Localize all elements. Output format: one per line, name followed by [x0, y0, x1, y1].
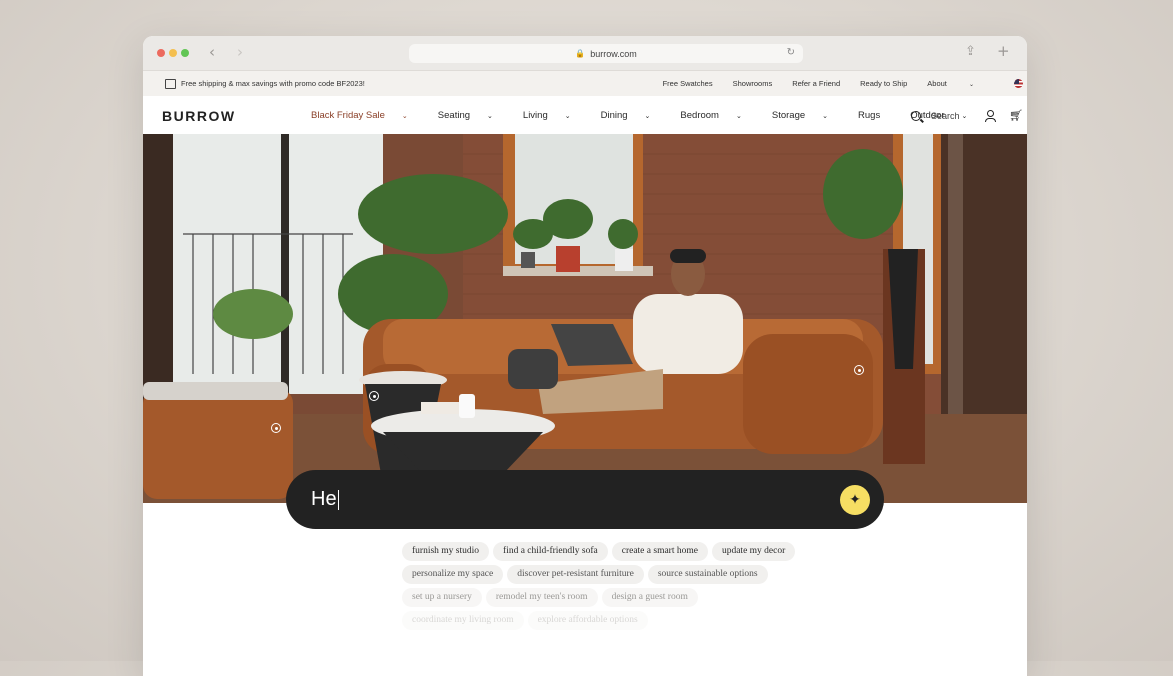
product-hotspot[interactable]: [369, 391, 379, 401]
close-window-button[interactable]: [157, 49, 165, 57]
prompt-value: He: [311, 488, 337, 510]
suggestion-chip[interactable]: coordinate my living room: [402, 611, 524, 630]
product-hotspot[interactable]: [271, 423, 281, 433]
suggestion-chip[interactable]: personalize my space: [402, 565, 504, 584]
chevron-down-icon: ⌄: [822, 112, 829, 120]
chevron-down-icon: ⌄: [487, 112, 493, 120]
share-icon[interactable]: ⇪: [965, 44, 976, 59]
cart-icon[interactable]: 🛒︎: [1009, 109, 1023, 122]
promo-link-showrooms[interactable]: Showrooms: [733, 79, 773, 88]
logo[interactable]: BURROW: [162, 108, 236, 124]
suggestion-chip[interactable]: explore affordable options: [527, 611, 648, 630]
promo-link-refer[interactable]: Refer a Friend: [792, 79, 840, 88]
product-hotspot[interactable]: [854, 365, 864, 375]
suggestion-chip[interactable]: create a smart home: [611, 542, 708, 561]
hero-image: [143, 134, 1027, 503]
promo-link-ready-to-ship[interactable]: Ready to Ship: [860, 79, 907, 88]
nav-label: Storage: [771, 110, 806, 121]
suggestion-chip[interactable]: update my decor: [711, 542, 796, 561]
nav-rugs[interactable]: Rugs: [858, 110, 895, 121]
reload-icon[interactable]: ↻: [787, 47, 795, 58]
nav-label: Black Friday Sale: [311, 110, 385, 121]
main-nav: Black Friday Sale ⌄ Seating ⌄ Living ⌄ Dini…: [311, 110, 997, 121]
suggestion-chip[interactable]: find a child-friendly sofa: [493, 542, 608, 561]
browser-toolbar: ‹ › 🔒 burrow.com ↻ ⇪ +: [143, 36, 1027, 71]
nav-label: Rugs: [858, 110, 881, 121]
shipping-promo-text: Free shipping & max savings with promo c…: [181, 79, 365, 88]
url-text: burrow.com: [590, 48, 637, 59]
nav-label: Dining: [600, 110, 628, 121]
account-icon[interactable]: [985, 110, 996, 122]
nav-label: Bedroom: [680, 110, 719, 121]
nav-black-friday[interactable]: Black Friday Sale ⌄: [311, 110, 423, 121]
maximize-window-button[interactable]: [181, 49, 189, 57]
chevron-down-icon: ⌄: [564, 112, 571, 120]
promo-link-swatches[interactable]: Free Swatches: [663, 79, 713, 88]
about-label: About: [927, 79, 947, 88]
us-flag-icon[interactable]: [1014, 79, 1023, 88]
nav-bedroom[interactable]: Bedroom ⌄: [680, 110, 756, 121]
promo-link-about[interactable]: About ⌄: [927, 79, 994, 88]
back-icon[interactable]: ‹: [209, 43, 215, 61]
browser-window: ‹ › 🔒 burrow.com ↻ ⇪ + Free shipping & m…: [143, 36, 1027, 676]
suggestion-chip[interactable]: furnish my studio: [402, 542, 490, 561]
suggestion-chip[interactable]: source sustainable options: [647, 565, 768, 584]
suggestion-chip[interactable]: set up a nursery: [402, 588, 482, 607]
new-tab-icon[interactable]: +: [997, 42, 1010, 60]
prompt-input[interactable]: He: [311, 488, 339, 511]
minimize-window-button[interactable]: [169, 49, 177, 57]
search-icon: [911, 110, 921, 121]
sparkle-icon[interactable]: ✦: [840, 485, 870, 515]
chevron-down-icon: ⌄: [401, 112, 408, 120]
nav-storage[interactable]: Storage ⌄: [772, 110, 843, 121]
lock-icon: 🔒: [575, 49, 586, 58]
shipping-icon: [165, 78, 176, 89]
nav-dining[interactable]: Dining ⌄: [601, 110, 666, 121]
search-label: Search: [931, 110, 960, 121]
suggestion-chip[interactable]: design a guest room: [601, 588, 698, 607]
search-button[interactable]: Search: [911, 110, 960, 121]
suggestion-chip[interactable]: remodel my teen's room: [485, 588, 598, 607]
forward-icon[interactable]: ›: [237, 43, 243, 61]
text-caret: [337, 489, 339, 510]
chevron-down-icon: ⌄: [961, 112, 968, 120]
living-room-photo: [143, 134, 1027, 503]
chevron-down-icon: ⌄: [644, 112, 651, 120]
chevron-down-icon: ⌄: [968, 81, 974, 88]
suggestion-chips: furnish my studio find a child-friendly …: [402, 542, 862, 634]
ai-search-bar[interactable]: He ✦: [286, 470, 884, 529]
promo-bar: Free shipping & max savings with promo c…: [143, 71, 1027, 96]
chevron-down-icon: ⌄: [735, 112, 742, 120]
nav-label: Living: [522, 110, 548, 121]
suggestion-chip[interactable]: discover pet-resistant furniture: [507, 565, 644, 584]
nav-label: Seating: [437, 110, 471, 121]
address-bar[interactable]: 🔒 burrow.com ↻: [409, 44, 803, 63]
nav-seating[interactable]: Seating ⌄: [438, 110, 508, 121]
site-header: BURROW Black Friday Sale ⌄ Seating ⌄ Livin…: [143, 96, 1027, 135]
nav-living[interactable]: Living ⌄: [523, 110, 586, 121]
